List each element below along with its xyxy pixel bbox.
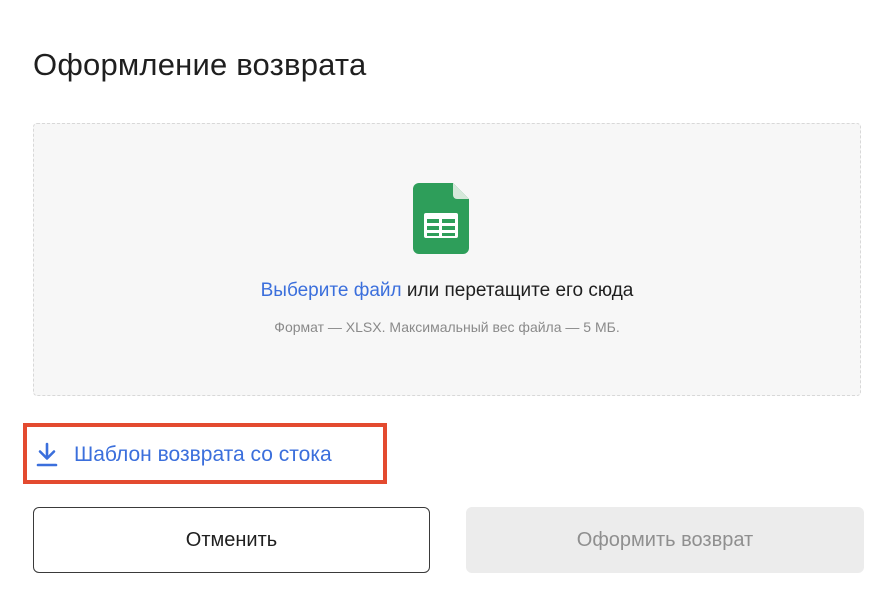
file-dropzone[interactable]: Выберите файл или перетащите его сюда Фо… [33,123,861,396]
template-link-label: Шаблон возврата со стока [74,443,332,466]
download-icon [36,442,58,467]
drag-drop-text: или перетащите его сюда [401,280,634,301]
submit-return-button: Оформить возврат [466,507,864,573]
spreadsheet-file-icon [413,183,469,254]
dropzone-instruction: Выберите файл или перетащите его сюда [34,278,860,304]
dialog-title: Оформление возврата [33,47,367,82]
download-template-link[interactable]: Шаблон возврата со стока [36,439,332,471]
file-format-hint: Формат — XLSX. Максимальный вес файла — … [274,319,620,335]
cancel-button[interactable]: Отменить [33,507,430,573]
select-file-link[interactable]: Выберите файл [261,280,402,301]
